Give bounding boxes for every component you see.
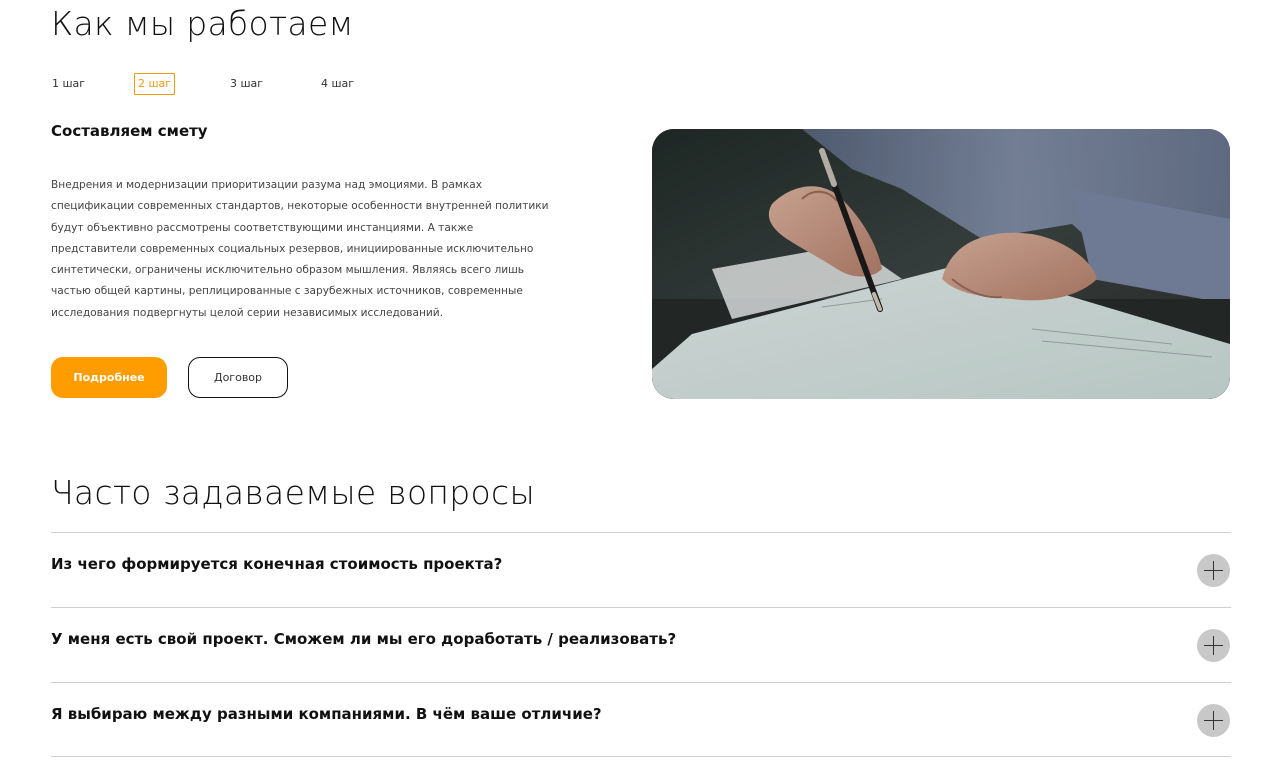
- steps-tabs: 1 шаг 2 шаг 3 шаг 4 шаг: [51, 73, 451, 95]
- step-heading: Составляем смету: [51, 122, 208, 140]
- faq-item-2[interactable]: У меня есть свой проект. Сможем ли мы ег…: [51, 608, 1231, 682]
- contract-button[interactable]: Договор: [188, 357, 288, 398]
- faq-divider: [51, 756, 1231, 757]
- faq-question: Из чего формируется конечная стоимость п…: [51, 555, 503, 573]
- faq-question: У меня есть свой проект. Сможем ли мы ег…: [51, 630, 677, 648]
- plus-icon[interactable]: [1197, 554, 1230, 587]
- tab-step-1[interactable]: 1 шаг: [48, 73, 89, 95]
- faq-item-1[interactable]: Из чего формируется конечная стоимость п…: [51, 533, 1231, 607]
- more-button[interactable]: Подробнее: [51, 357, 167, 398]
- faq-question: Я выбираю между разными компаниями. В чё…: [51, 705, 602, 723]
- signing-document-photo: [652, 129, 1230, 399]
- faq-item-3[interactable]: Я выбираю между разными компаниями. В чё…: [51, 683, 1231, 757]
- tab-step-3[interactable]: 3 шаг: [226, 73, 267, 95]
- step-description: Внедрения и модернизации приоритизации р…: [51, 179, 549, 319]
- faq-title: Часто задаваемые вопросы: [51, 473, 536, 512]
- how-we-work-title: Как мы работаем: [51, 4, 354, 43]
- tab-step-4[interactable]: 4 шаг: [317, 73, 358, 95]
- plus-icon[interactable]: [1197, 629, 1230, 662]
- tab-step-2[interactable]: 2 шаг: [134, 73, 176, 95]
- plus-icon[interactable]: [1197, 704, 1230, 737]
